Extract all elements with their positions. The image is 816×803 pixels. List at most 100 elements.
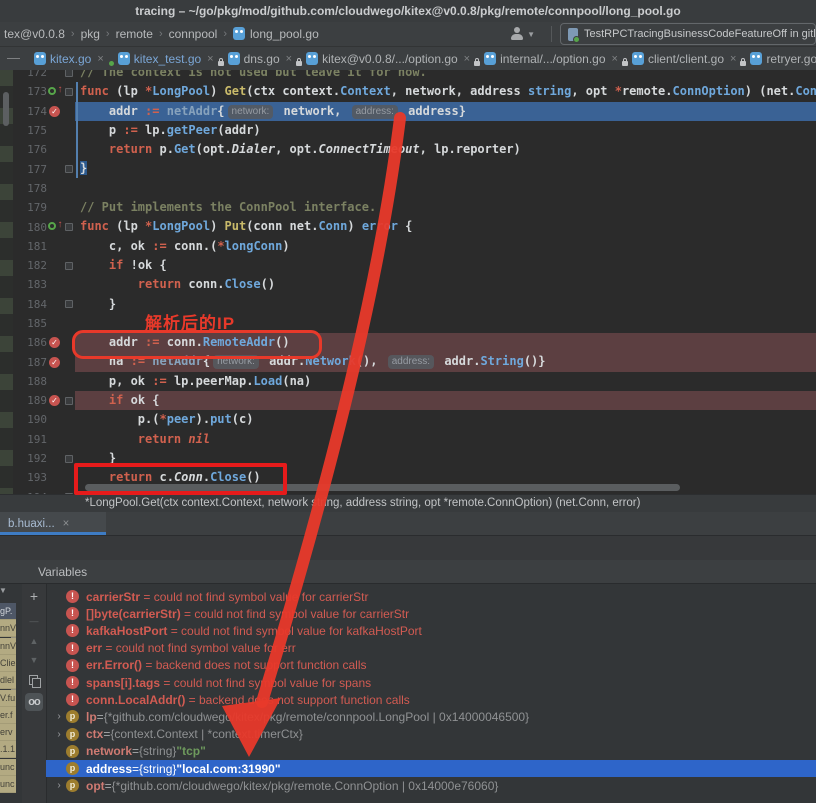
variable-row[interactable]: ›popt = {*github.com/cloudwego/kitex/pkg… <box>46 777 816 794</box>
close-icon[interactable]: × <box>730 53 736 65</box>
variable-type: {string} <box>139 762 176 776</box>
breadcrumb-item[interactable]: connpool <box>167 27 220 41</box>
code-text[interactable]: } <box>75 159 816 178</box>
code-text[interactable]: c, ok := conn.(*longConn) <box>75 237 816 256</box>
code-token: string <box>528 84 571 98</box>
variable-row[interactable]: ›plp = {*github.com/cloudwego/kitex/pkg/… <box>46 708 816 725</box>
breadcrumb-item[interactable]: pkg <box>79 27 102 41</box>
variable-row[interactable]: paddress = {string} "local.com:31990" <box>46 760 816 777</box>
close-icon[interactable]: × <box>207 53 213 65</box>
frame-item[interactable]: erv <box>0 724 16 741</box>
breadcrumb-item[interactable]: long_pool.go <box>231 27 321 41</box>
code-text[interactable]: p.(*peer).put(c) <box>75 410 816 429</box>
variable-row[interactable]: !conn.LocalAddr() = backend does not sup… <box>46 691 816 708</box>
code-text[interactable]: if !ok { <box>75 256 816 275</box>
move-up-button[interactable]: ▲ <box>25 632 43 650</box>
code-text[interactable]: addr := netAddr{network: network, addres… <box>75 102 816 121</box>
code-text[interactable] <box>75 179 816 198</box>
editor-tab[interactable]: client/client.go× <box>625 47 743 70</box>
fold-icon[interactable] <box>62 82 75 101</box>
editor-tab[interactable]: internal/.../option.go× <box>477 47 625 70</box>
variable-row[interactable]: !carrierStr = could not find symbol valu… <box>46 588 816 605</box>
fold-icon[interactable] <box>62 295 75 314</box>
breakpoint-icon[interactable]: ✓ <box>47 333 62 352</box>
breadcrumb-item[interactable]: remote <box>114 27 155 41</box>
frame-item[interactable]: gP. <box>0 603 16 620</box>
editor-tab[interactable]: retryer.go× <box>743 47 816 70</box>
frames-dropdown-arrow-icon[interactable]: ▼ <box>0 586 7 595</box>
fold-icon[interactable] <box>62 217 75 236</box>
implements-icon[interactable]: ↑ <box>48 86 62 98</box>
expand-chevron-icon[interactable]: › <box>52 711 66 722</box>
close-icon[interactable]: × <box>464 53 470 65</box>
fold-icon[interactable] <box>62 159 75 178</box>
frame-item[interactable]: nnV <box>0 638 16 655</box>
code-text[interactable]: if ok { <box>75 391 816 410</box>
breakpoint-icon[interactable]: ✓ <box>49 357 60 368</box>
code-text[interactable]: // Put implements the ConnPool interface… <box>75 198 816 217</box>
editor-tab[interactable]: kitex_test.go× <box>111 47 221 70</box>
code-text[interactable]: // The context is not used but leave it … <box>75 70 816 82</box>
breakpoint-icon[interactable]: ✓ <box>49 106 60 117</box>
remove-watch-button[interactable]: — <box>25 612 43 630</box>
implements-icon[interactable]: ↑ <box>48 221 62 233</box>
code-text[interactable]: return nil <box>75 430 816 449</box>
user-button[interactable]: ▼ <box>510 27 535 41</box>
expand-chevron-icon[interactable]: › <box>52 780 66 791</box>
fold-icon[interactable] <box>62 256 75 275</box>
frame-item[interactable]: .1.1 <box>0 741 16 758</box>
expand-chevron-icon[interactable]: › <box>52 729 66 740</box>
code-text[interactable]: p := lp.getPeer(addr) <box>75 121 816 140</box>
watch-toggle-button[interactable]: oo <box>25 693 43 711</box>
frame-item[interactable]: unc <box>0 759 16 776</box>
close-icon[interactable]: × <box>612 53 618 65</box>
fold-icon[interactable] <box>65 397 73 405</box>
breadcrumb-item[interactable]: tex@v0.0.8 <box>2 27 67 41</box>
variable-row[interactable]: !err = could not find symbol value for e… <box>46 640 816 657</box>
breakpoint-icon[interactable]: ✓ <box>49 395 60 406</box>
fold-icon[interactable] <box>65 88 73 96</box>
fold-icon[interactable] <box>65 455 73 463</box>
close-icon[interactable]: × <box>286 53 292 65</box>
variable-row[interactable]: !spans[i].tags = could not find symbol v… <box>46 674 816 691</box>
frame-item[interactable]: er.f <box>0 707 16 724</box>
close-icon[interactable]: × <box>97 53 103 65</box>
variable-row[interactable]: pnetwork = {string} "tcp" <box>46 743 816 760</box>
code-text[interactable]: return conn.Close() <box>75 275 816 294</box>
code-text[interactable]: func (lp *LongPool) Put(conn net.Conn) e… <box>75 217 816 236</box>
frame-item[interactable]: Clie <box>0 655 16 672</box>
variable-row[interactable]: !err.Error() = backend does not support … <box>46 657 816 674</box>
breakpoint-icon[interactable]: ✓ <box>47 352 62 371</box>
code-editor[interactable]: 172// The context is not used but leave … <box>0 70 816 494</box>
code-text[interactable]: p, ok := lp.peerMap.Load(na) <box>75 372 816 391</box>
fold-icon[interactable] <box>65 165 73 173</box>
move-down-button[interactable]: ▼ <box>25 651 43 669</box>
variable-row[interactable]: !kafkaHostPort = could not find symbol v… <box>46 622 816 639</box>
breakpoint-icon[interactable]: ✓ <box>49 337 60 348</box>
run-configuration-selector[interactable]: TestRPCTracingBusinessCodeFeatureOff in … <box>560 23 816 45</box>
fold-icon[interactable] <box>65 70 73 77</box>
debug-session-tab[interactable]: b.huaxi... × <box>0 512 106 535</box>
editor-tab[interactable]: kitex.go× <box>27 47 111 70</box>
editor-tab[interactable]: dns.go× <box>221 47 299 70</box>
close-icon[interactable]: × <box>63 518 70 530</box>
breakpoint-icon[interactable]: ✓ <box>47 102 62 121</box>
fold-icon[interactable] <box>62 70 75 82</box>
add-watch-button[interactable]: + <box>25 587 43 605</box>
frame-item[interactable]: V.fu <box>0 690 16 707</box>
duplicate-watch-button[interactable] <box>25 671 43 689</box>
code-text[interactable]: return p.Get(opt.Dialer, opt.ConnectTime… <box>75 140 816 159</box>
variable-row[interactable]: ![]byte(carrierStr) = could not find sym… <box>46 605 816 622</box>
variable-row[interactable]: ›pctx = {context.Context | *context.time… <box>46 726 816 743</box>
frame-item[interactable]: dlel <box>0 672 16 689</box>
editor-tab[interactable]: kitex@v0.0.8/.../option.go× <box>299 47 477 70</box>
code-text[interactable]: func (lp *LongPool) Get(ctx context.Cont… <box>75 82 816 101</box>
fold-icon[interactable] <box>62 391 75 410</box>
frame-item[interactable]: unc <box>0 776 16 793</box>
fold-icon[interactable] <box>65 262 73 270</box>
breakpoint-icon[interactable]: ✓ <box>47 391 62 410</box>
frame-item[interactable]: nnV <box>0 620 16 637</box>
fold-icon[interactable] <box>65 300 73 308</box>
code-token: // The context is not used but leave it … <box>80 70 427 79</box>
fold-icon[interactable] <box>65 223 73 231</box>
